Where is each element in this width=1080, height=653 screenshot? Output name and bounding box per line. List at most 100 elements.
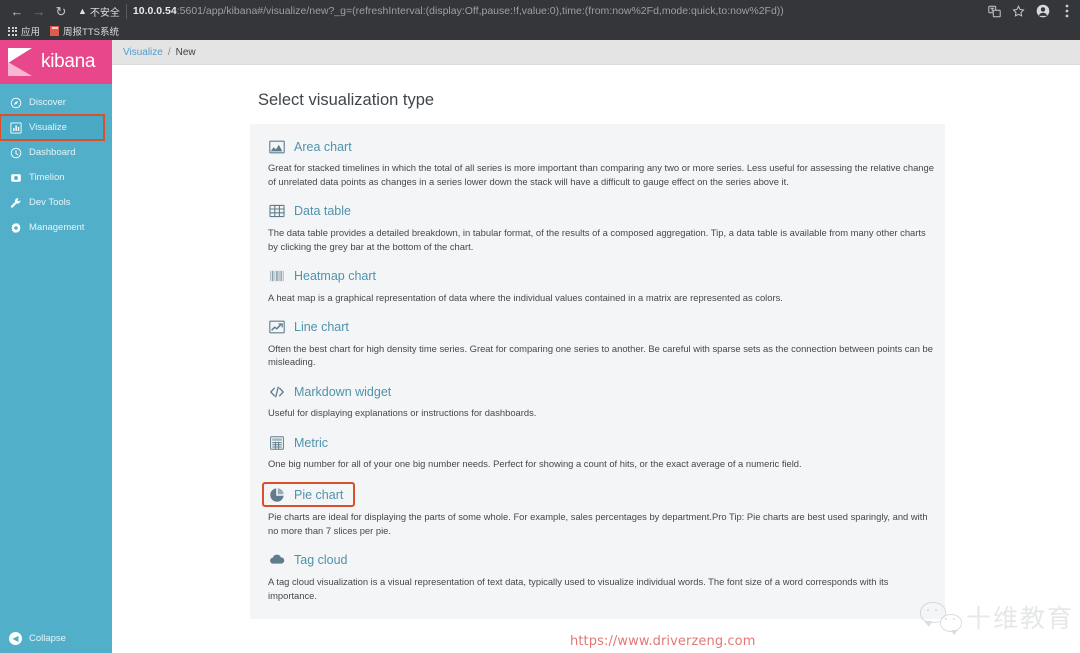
- breadcrumb-visualize-link[interactable]: Visualize: [123, 47, 163, 58]
- breadcrumb-separator: /: [167, 46, 171, 58]
- vis-type-title[interactable]: Data table: [294, 204, 351, 218]
- breadcrumb-current: New: [175, 46, 196, 58]
- url-host: 10.0.0.54: [132, 5, 177, 17]
- vis-type-description: The data table provides a detailed break…: [268, 226, 926, 252]
- site-url-watermark: https://www.driverzeng.com: [570, 634, 756, 649]
- sidebar-item-label: Visualize: [29, 122, 67, 133]
- apps-grid-icon: [8, 26, 17, 36]
- vis-type-header[interactable]: Markdown widget: [268, 383, 391, 400]
- heatmap-bars-icon: [268, 268, 285, 285]
- sidebar-item-management[interactable]: Management: [0, 215, 112, 240]
- vis-type-description: Great for stacked timelines in which the…: [268, 162, 934, 187]
- sidebar: kibana Discover Visualize Dashboard Time…: [0, 40, 112, 653]
- security-label: 不安全: [89, 7, 120, 19]
- profile-avatar-icon[interactable]: [1035, 4, 1050, 19]
- vis-type-pie-chart[interactable]: Pie chart Pie charts are ideal for displ…: [262, 482, 935, 538]
- line-chart-icon: [268, 319, 285, 336]
- sidebar-item-label: Dev Tools: [29, 197, 71, 208]
- vis-type-line-chart[interactable]: Line chart Often the best chart for high…: [268, 319, 935, 370]
- kibana-app: kibana Discover Visualize Dashboard Time…: [0, 40, 1080, 653]
- visualization-type-list: Area chart Great for stacked timelines i…: [250, 124, 945, 619]
- vis-type-header[interactable]: Data table: [268, 203, 351, 220]
- breadcrumb: Visualize / New: [112, 40, 1080, 65]
- vis-type-title[interactable]: Tag cloud: [294, 553, 348, 567]
- vis-type-description: Pie charts are ideal for displaying the …: [268, 511, 928, 537]
- vis-type-header[interactable]: Tag cloud: [268, 552, 348, 569]
- back-arrow-icon[interactable]: ←: [6, 1, 28, 21]
- bookmark-tts-system[interactable]: 周报TTS系统: [50, 24, 119, 38]
- chrome-menu-icon[interactable]: [1059, 4, 1074, 19]
- timelion-icon: [9, 171, 22, 184]
- sidebar-item-label: Dashboard: [29, 147, 76, 158]
- bookmark-star-icon[interactable]: [1011, 4, 1026, 19]
- url-path: :5601/app/kibana#/visualize/new?_g=(refr…: [176, 5, 784, 17]
- sidebar-item-label: Discover: [29, 97, 66, 108]
- vis-type-tag-cloud[interactable]: Tag cloud A tag cloud visualization is a…: [268, 552, 935, 603]
- bar-chart-icon: [9, 121, 22, 134]
- content-scroll-area[interactable]: Select visualization type Area chart Gre…: [112, 65, 1080, 653]
- vis-type-title[interactable]: Area chart: [294, 140, 352, 154]
- vis-type-description: A tag cloud visualization is a visual re…: [268, 575, 889, 601]
- vis-type-description: One big number for all of your one big n…: [268, 458, 802, 470]
- pie-chart-icon: [268, 486, 285, 503]
- vis-type-header[interactable]: Line chart: [268, 319, 349, 336]
- dashboard-icon: [9, 146, 22, 159]
- vis-type-description: Useful for displaying explanations or in…: [268, 407, 537, 419]
- vis-type-description: A heat map is a graphical representation…: [268, 291, 783, 303]
- vis-type-title[interactable]: Pie chart: [294, 488, 343, 502]
- sidebar-item-dashboard[interactable]: Dashboard: [0, 140, 112, 165]
- vis-type-header[interactable]: Metric: [268, 434, 328, 451]
- sidebar-item-timelion[interactable]: Timelion: [0, 165, 112, 190]
- sidebar-collapse-button[interactable]: ◀ Collapse: [0, 627, 112, 649]
- kibana-logo[interactable]: kibana: [0, 40, 112, 84]
- sidebar-item-label: Management: [29, 222, 85, 233]
- address-bar-input[interactable]: ▲ 不安全 10.0.0.54:5601/app/kibana#/visuali…: [78, 2, 979, 20]
- compass-icon: [9, 96, 22, 109]
- vis-type-metric[interactable]: Metric One big number for all of your on…: [268, 434, 935, 471]
- vis-type-header-selected[interactable]: Pie chart: [262, 482, 356, 508]
- vis-type-title[interactable]: Markdown widget: [294, 385, 391, 399]
- sidebar-item-visualize[interactable]: Visualize: [0, 114, 105, 141]
- vis-type-title[interactable]: Line chart: [294, 320, 349, 334]
- wrench-icon: [9, 196, 22, 209]
- bookmark-favicon: [50, 26, 60, 36]
- vis-type-title[interactable]: Metric: [294, 436, 328, 450]
- area-chart-icon: [268, 138, 285, 155]
- sidebar-item-dev-tools[interactable]: Dev Tools: [0, 190, 112, 215]
- vis-type-area-chart[interactable]: Area chart Great for stacked timelines i…: [268, 138, 935, 189]
- collapse-label: Collapse: [29, 632, 66, 644]
- vis-type-header[interactable]: Heatmap chart: [268, 268, 376, 285]
- reload-icon[interactable]: ↻: [50, 1, 72, 21]
- sidebar-item-discover[interactable]: Discover: [0, 90, 112, 115]
- bookmark-apps[interactable]: 应用: [8, 24, 40, 38]
- main-area: Visualize / New Select visualization typ…: [112, 40, 1080, 653]
- kibana-logo-icon: [8, 48, 34, 76]
- sidebar-item-label: Timelion: [29, 172, 65, 183]
- vis-type-description: Often the best chart for high density ti…: [268, 342, 933, 368]
- bookmark-tts-label: 周报TTS系统: [63, 27, 119, 38]
- vis-type-header[interactable]: Area chart: [268, 138, 352, 155]
- table-grid-icon: [268, 203, 285, 220]
- kibana-logo-text: kibana: [41, 51, 96, 72]
- vis-type-data-table[interactable]: Data table The data table provides a det…: [268, 203, 935, 254]
- gear-icon: [9, 221, 22, 234]
- cloud-icon: [268, 552, 285, 569]
- browser-toolbar-right: [979, 4, 1074, 19]
- code-brackets-icon: [268, 383, 285, 400]
- forward-arrow-icon[interactable]: →: [28, 1, 50, 21]
- browser-toolbar: ← → ↻ ▲ 不安全 10.0.0.54:5601/app/kibana#/v…: [0, 0, 1080, 22]
- browser-chrome: ← → ↻ ▲ 不安全 10.0.0.54:5601/app/kibana#/v…: [0, 0, 1080, 40]
- vis-type-markdown-widget[interactable]: Markdown widget Useful for displaying ex…: [268, 383, 935, 420]
- security-not-secure-indicator[interactable]: ▲ 不安全: [78, 3, 127, 19]
- page-title: Select visualization type: [258, 91, 435, 109]
- vis-type-heatmap-chart[interactable]: Heatmap chart A heat map is a graphical …: [268, 268, 935, 305]
- chevron-left-circle-icon: ◀: [9, 631, 22, 645]
- sidebar-nav-list: Discover Visualize Dashboard Timelion De…: [0, 84, 112, 240]
- vis-type-title[interactable]: Heatmap chart: [294, 269, 376, 283]
- bookmarks-bar: 应用 周报TTS系统: [0, 22, 1080, 40]
- warning-triangle-icon: ▲: [78, 6, 87, 16]
- wechat-watermark-text: 十维教育: [965, 604, 1074, 633]
- translate-icon[interactable]: [987, 4, 1002, 19]
- bookmark-apps-label: 应用: [21, 27, 41, 38]
- calculator-icon: [268, 434, 285, 451]
